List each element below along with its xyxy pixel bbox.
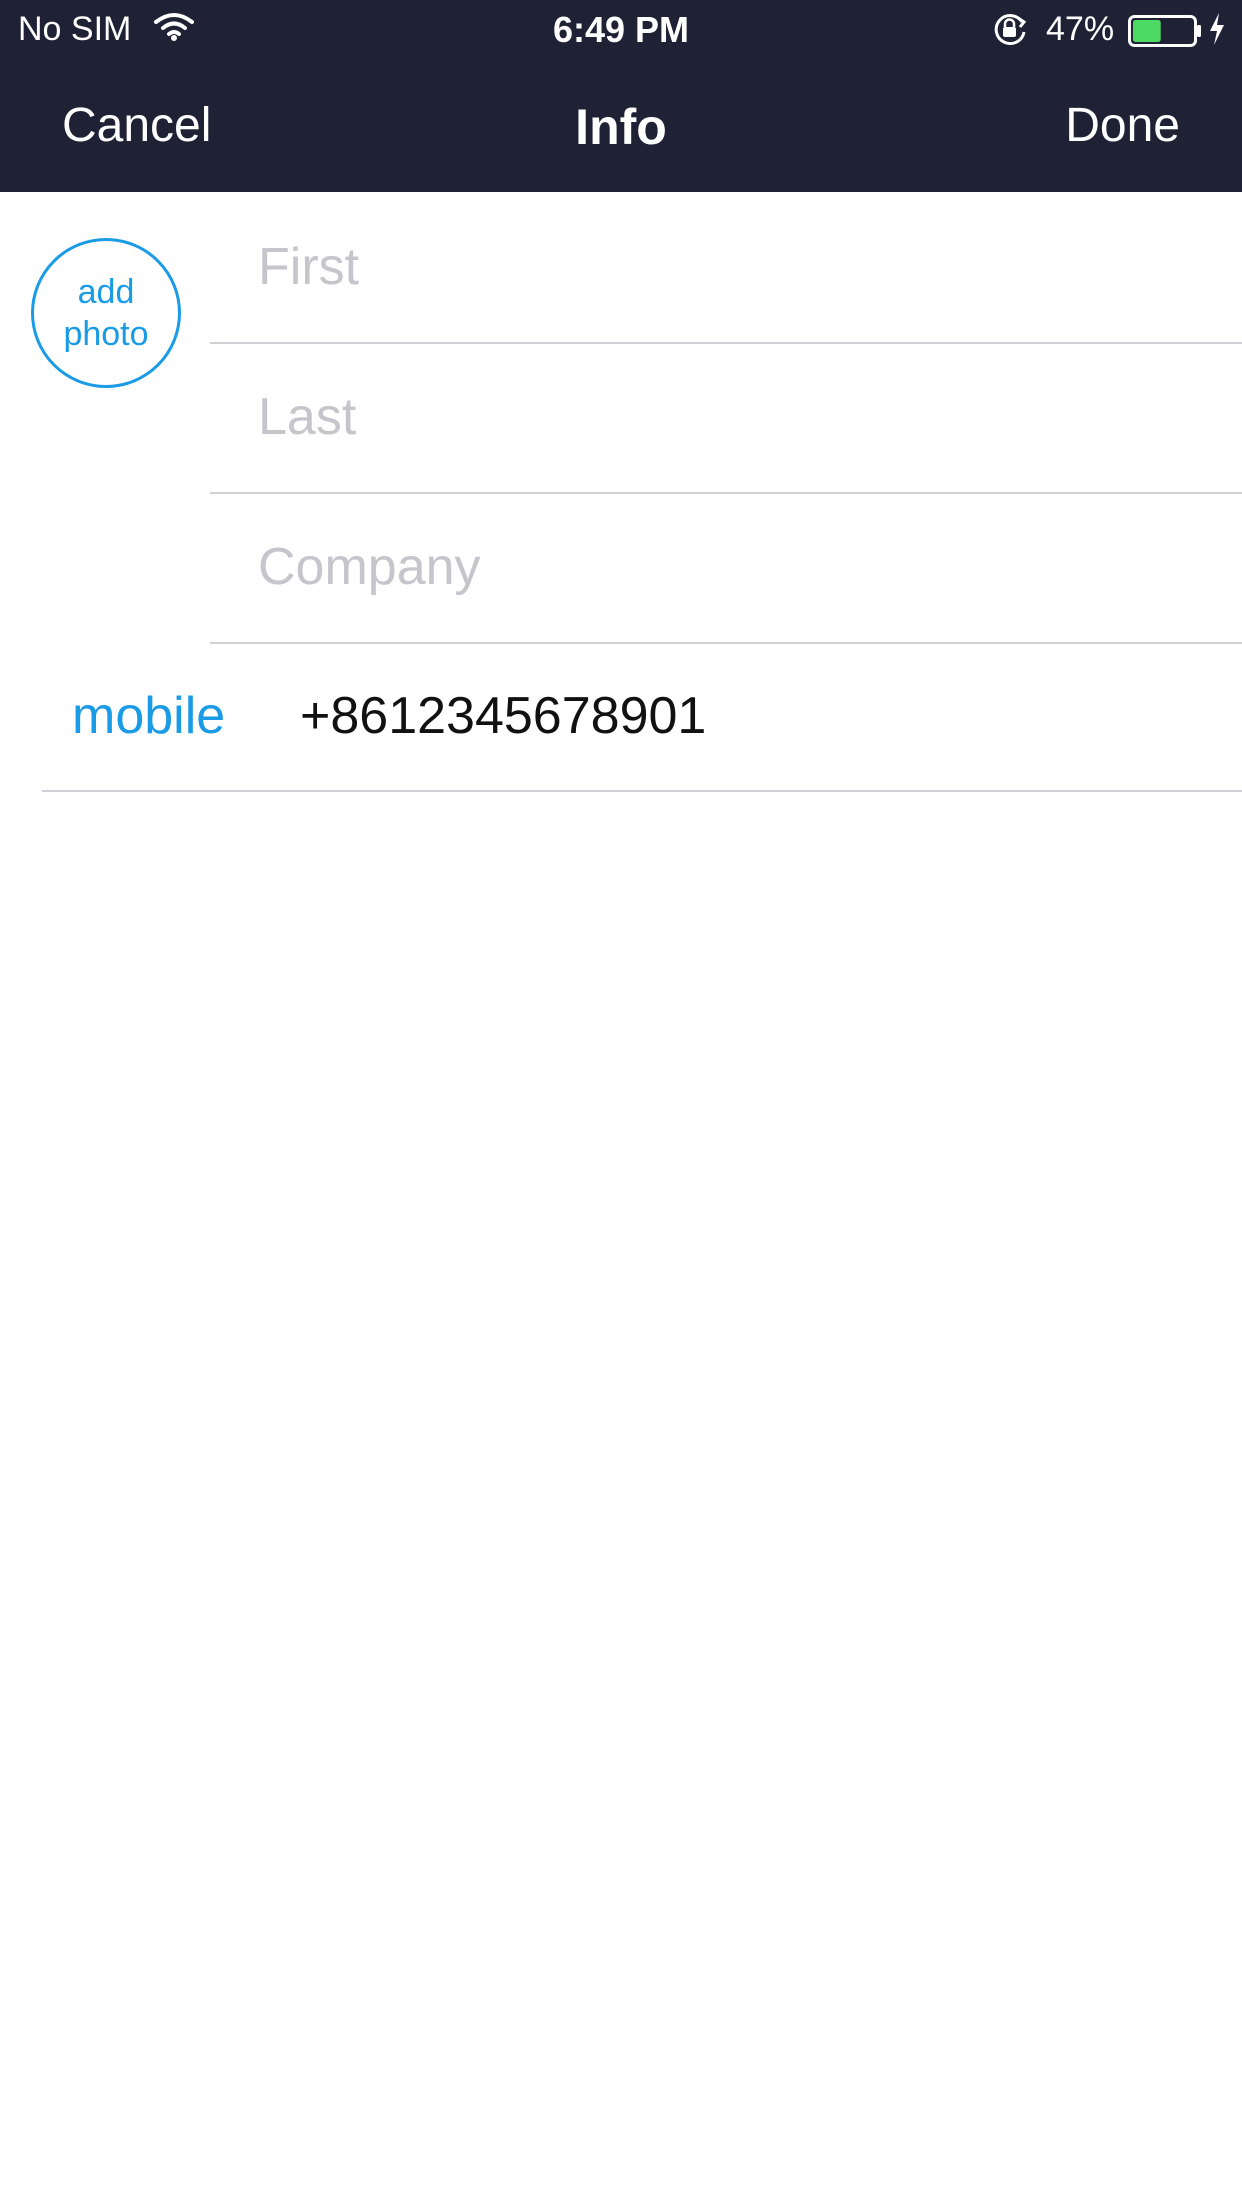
- company-placeholder: Company: [258, 538, 481, 596]
- done-button[interactable]: Done: [1065, 98, 1180, 153]
- company-field[interactable]: Company: [210, 492, 1242, 644]
- phone-type-label[interactable]: mobile: [72, 642, 225, 790]
- last-name-field[interactable]: Last: [210, 342, 1242, 494]
- first-name-placeholder: First: [258, 238, 360, 296]
- top-bar: No SIM 6:49 PM 47% Cancel Info Done: [0, 0, 1242, 192]
- add-photo-button[interactable]: add photo: [31, 238, 181, 388]
- first-name-field[interactable]: First: [210, 192, 1242, 344]
- battery-percent: 47%: [1046, 10, 1115, 48]
- add-photo-label-line1: add: [77, 273, 135, 311]
- rotation-lock-icon: [990, 12, 1030, 53]
- last-name-placeholder: Last: [258, 388, 357, 446]
- phone-number-field[interactable]: +8612345678901: [300, 642, 706, 790]
- battery-icon: [1128, 15, 1202, 52]
- status-bar: No SIM 6:49 PM 47%: [0, 0, 1242, 62]
- charging-bolt-icon: [1208, 12, 1226, 51]
- page-title: Info: [575, 99, 667, 155]
- phone-row[interactable]: mobile +8612345678901: [42, 642, 1242, 792]
- add-photo-label-line2: photo: [63, 315, 149, 353]
